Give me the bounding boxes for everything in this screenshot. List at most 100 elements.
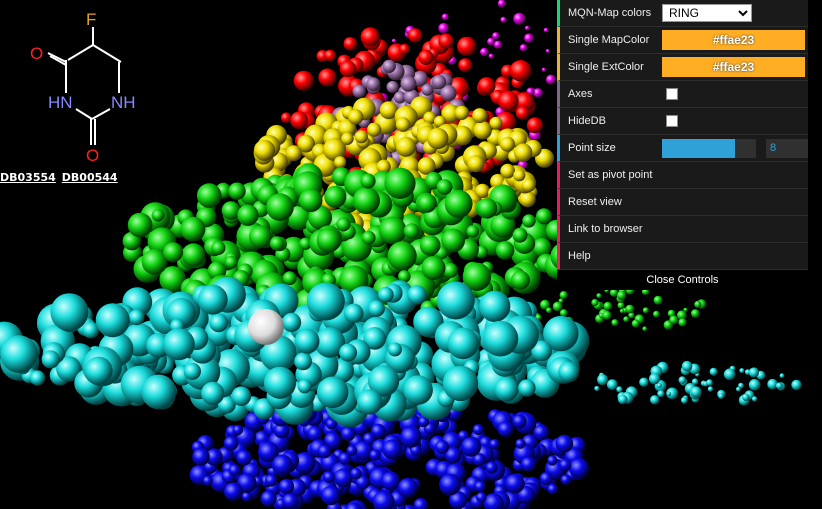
hidedb-checkbox[interactable] bbox=[666, 115, 678, 127]
data-point-sphere bbox=[543, 27, 549, 33]
data-point-sphere bbox=[369, 449, 381, 461]
data-point-sphere bbox=[515, 106, 530, 120]
data-point-sphere bbox=[558, 361, 579, 383]
data-point-sphere bbox=[559, 291, 568, 300]
point-size-slider[interactable] bbox=[662, 138, 756, 158]
hidedb-row: HideDB bbox=[557, 108, 808, 135]
data-point-sphere bbox=[400, 426, 422, 448]
data-point-sphere bbox=[494, 377, 519, 402]
data-point-sphere bbox=[367, 122, 382, 137]
data-point-sphere bbox=[297, 379, 312, 394]
data-point-sphere bbox=[536, 208, 552, 225]
data-point-sphere bbox=[748, 379, 761, 391]
data-point-sphere bbox=[513, 12, 526, 25]
data-point-sphere bbox=[285, 145, 302, 162]
data-point-sphere bbox=[387, 342, 402, 357]
link-browser-button[interactable]: Link to browser bbox=[568, 223, 643, 235]
close-controls-button[interactable]: Close Controls bbox=[557, 270, 808, 290]
point-size-input[interactable]: 8 bbox=[766, 138, 808, 158]
data-point-sphere bbox=[431, 74, 447, 90]
data-point-sphere bbox=[545, 74, 556, 85]
data-point-sphere bbox=[514, 143, 533, 162]
reset-row[interactable]: Reset view bbox=[557, 189, 808, 216]
db-link-1[interactable]: DB03554 bbox=[0, 171, 56, 184]
data-point-sphere bbox=[399, 43, 410, 55]
link-row[interactable]: Link to browser bbox=[557, 216, 808, 243]
help-button[interactable]: Help bbox=[568, 250, 591, 262]
data-point-sphere bbox=[224, 255, 238, 269]
data-point-sphere bbox=[526, 117, 544, 134]
data-point-sphere bbox=[511, 270, 530, 290]
data-point-sphere bbox=[669, 315, 679, 325]
data-point-sphere bbox=[408, 28, 423, 43]
data-point-sphere bbox=[282, 271, 297, 286]
data-point-sphere bbox=[454, 105, 469, 120]
data-point-sphere bbox=[623, 316, 630, 323]
data-point-sphere bbox=[352, 84, 366, 98]
data-point-sphere bbox=[476, 492, 487, 503]
data-point-sphere bbox=[141, 374, 177, 410]
db-links: DB03554 DB00544 bbox=[0, 171, 124, 184]
data-point-sphere bbox=[597, 374, 609, 386]
data-point-sphere bbox=[650, 395, 660, 405]
data-point-sphere bbox=[232, 424, 244, 436]
data-point-sphere bbox=[339, 60, 357, 77]
data-point-sphere bbox=[163, 242, 184, 263]
data-point-sphere bbox=[518, 379, 536, 397]
data-point-sphere bbox=[290, 111, 309, 130]
controls-panel: MQN-Map colors RING Single MapColor #ffa… bbox=[557, 0, 808, 290]
data-point-sphere bbox=[360, 27, 380, 47]
data-point-sphere bbox=[639, 377, 649, 387]
data-point-sphere bbox=[477, 77, 496, 95]
data-point-sphere bbox=[447, 327, 480, 360]
single-map-color-label: Single MapColor bbox=[568, 34, 650, 46]
data-point-sphere bbox=[427, 127, 449, 150]
data-point-sphere bbox=[241, 491, 252, 502]
data-point-sphere bbox=[436, 281, 475, 320]
data-point-sphere bbox=[653, 295, 663, 305]
data-point-sphere bbox=[382, 59, 396, 73]
data-point-sphere bbox=[541, 67, 547, 72]
data-point-sphere bbox=[382, 439, 403, 460]
data-point-sphere bbox=[321, 485, 341, 506]
help-row[interactable]: Help bbox=[557, 243, 808, 270]
data-point-sphere bbox=[294, 352, 312, 371]
data-point-sphere bbox=[384, 167, 416, 199]
map-colors-select[interactable]: RING bbox=[662, 4, 752, 22]
axes-label: Axes bbox=[568, 88, 593, 100]
data-point-sphere bbox=[381, 471, 400, 491]
data-point-sphere bbox=[779, 373, 785, 379]
data-point-sphere bbox=[642, 307, 649, 314]
data-point-sphere bbox=[458, 58, 473, 73]
data-point-sphere bbox=[400, 75, 417, 92]
single-map-color-row: Single MapColor #ffae23 bbox=[557, 27, 808, 54]
db-link-2[interactable]: DB00544 bbox=[62, 171, 118, 184]
hidedb-label: HideDB bbox=[568, 115, 606, 127]
axes-row: Axes bbox=[557, 81, 808, 108]
data-point-sphere bbox=[444, 189, 473, 218]
data-point-sphere bbox=[625, 304, 635, 314]
data-point-sphere bbox=[307, 426, 323, 442]
data-point-sphere bbox=[457, 36, 477, 56]
data-point-sphere bbox=[282, 493, 299, 509]
data-point-sphere bbox=[707, 386, 714, 392]
data-point-sphere bbox=[515, 438, 526, 449]
selected-point-sphere bbox=[248, 309, 284, 345]
data-point-sphere bbox=[211, 240, 226, 255]
data-point-sphere bbox=[338, 452, 352, 465]
data-point-sphere bbox=[324, 49, 336, 62]
axes-checkbox[interactable] bbox=[666, 88, 678, 100]
data-point-sphere bbox=[306, 282, 345, 321]
reset-view-button[interactable]: Reset view bbox=[568, 196, 622, 208]
set-pivot-button[interactable]: Set as pivot point bbox=[568, 169, 652, 181]
single-ext-color-row: Single ExtColor #ffae23 bbox=[557, 54, 808, 81]
data-point-sphere bbox=[706, 379, 713, 386]
pivot-row[interactable]: Set as pivot point bbox=[557, 162, 808, 189]
data-point-sphere bbox=[539, 471, 553, 486]
single-map-color-swatch[interactable]: #ffae23 bbox=[662, 30, 805, 50]
atom-oxygen-bottom: O bbox=[86, 146, 99, 165]
data-point-sphere bbox=[602, 310, 612, 320]
single-ext-color-swatch[interactable]: #ffae23 bbox=[662, 57, 805, 77]
data-point-sphere bbox=[438, 33, 454, 49]
data-point-sphere bbox=[512, 414, 527, 429]
